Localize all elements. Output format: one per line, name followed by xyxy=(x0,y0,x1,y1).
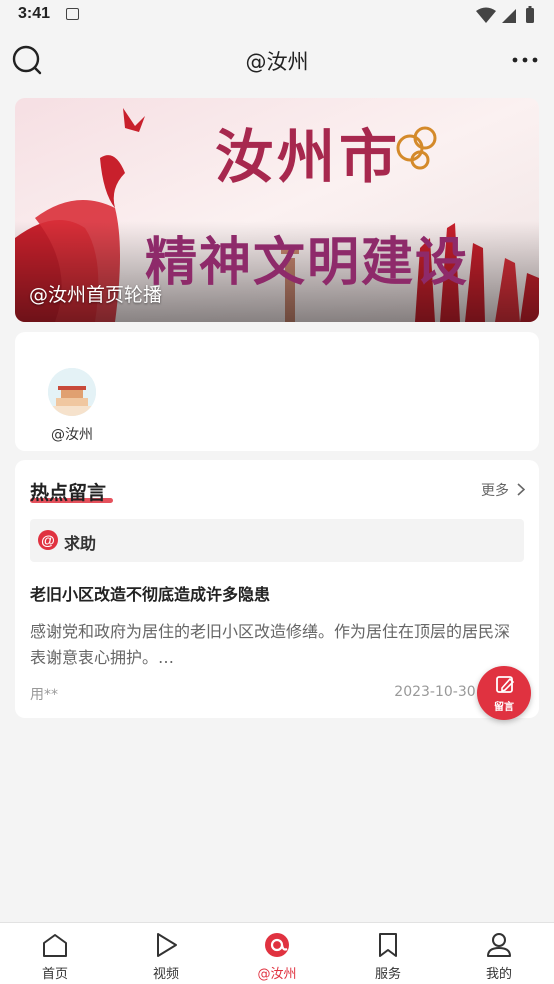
banner-title-line1: 汝州市 xyxy=(215,123,402,191)
tab-video[interactable]: 视频 xyxy=(111,923,221,984)
user-icon xyxy=(487,933,511,957)
tab-label: @汝州 xyxy=(257,967,297,982)
section-title: 热点留言 xyxy=(30,482,107,504)
more-options-icon[interactable] xyxy=(510,46,540,74)
app-header: @汝州 xyxy=(0,30,554,92)
hot-messages-card: 热点留言 更多 @ 求助 老旧小区改造不彻底造成许多隐患 感谢党和政府为居住的老… xyxy=(15,460,539,718)
account-avatar[interactable] xyxy=(48,368,96,416)
bookmark-icon xyxy=(379,933,397,957)
more-link[interactable]: 更多 xyxy=(481,480,525,500)
account-name[interactable]: @汝州 xyxy=(15,424,129,444)
tab-label: 视频 xyxy=(152,967,179,982)
leave-message-button[interactable]: 留言 xyxy=(477,666,531,720)
tab-label: 服务 xyxy=(374,967,401,982)
account-card: @汝州 xyxy=(15,332,539,451)
page-title: @汝州 xyxy=(245,50,309,74)
home-icon xyxy=(43,934,67,957)
chevron-right-icon xyxy=(517,483,525,496)
at-ruzhou-icon xyxy=(265,933,289,957)
tiananmen-logo-icon xyxy=(48,368,96,416)
status-icons xyxy=(476,6,534,23)
at-icon: @ xyxy=(38,530,58,550)
tab-home[interactable]: 首页 xyxy=(0,923,110,984)
banner-title-line2: 精神文明建设 xyxy=(145,232,470,293)
battery-icon xyxy=(526,8,534,23)
more-label: 更多 xyxy=(481,483,509,499)
tab-label: 首页 xyxy=(41,967,68,982)
category-tag[interactable]: @ 求助 xyxy=(30,519,524,562)
message-user: 用** xyxy=(30,687,58,703)
fab-label: 留言 xyxy=(494,702,514,713)
message-title[interactable]: 老旧小区改造不彻底造成许多隐患 xyxy=(30,581,270,605)
status-bar: 3:41 xyxy=(0,0,554,30)
notification-icon xyxy=(66,8,79,20)
message-excerpt[interactable]: 感谢党和政府为居住的老旧小区改造修缮。作为居住在顶层的居民深表谢意衷心拥护。… xyxy=(30,619,524,671)
play-icon xyxy=(157,933,177,957)
wifi-icon xyxy=(476,7,496,23)
bottom-tab-bar: 首页 视频 @汝州 服务 我的 xyxy=(0,922,554,984)
tab-label: 我的 xyxy=(485,967,512,982)
tag-label: 求助 xyxy=(64,534,97,553)
tab-profile[interactable]: 我的 xyxy=(444,923,554,984)
tab-at-ruzhou[interactable]: @汝州 xyxy=(222,923,332,984)
status-time: 3:41 xyxy=(18,5,51,22)
tab-services[interactable]: 服务 xyxy=(333,923,443,984)
signal-icon xyxy=(502,9,516,23)
banner-caption: @汝州首页轮播 xyxy=(29,284,163,306)
message-date: 2023-10-30 1 xyxy=(394,684,489,700)
banner-carousel[interactable]: 汝州市 精神文明建设 @汝州首页轮播 xyxy=(15,98,539,322)
